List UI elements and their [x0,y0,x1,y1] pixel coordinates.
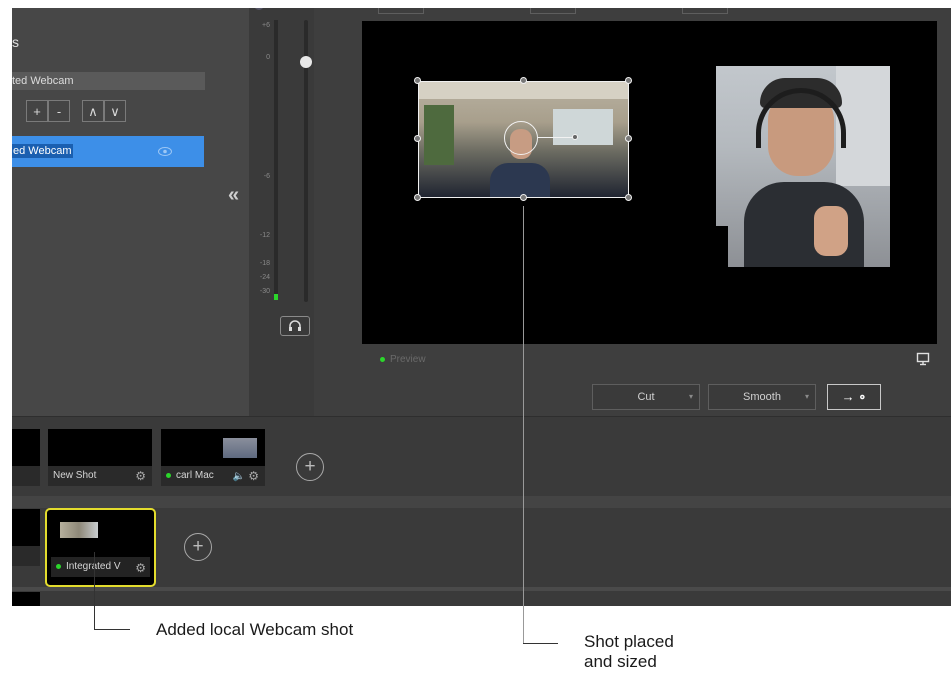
resize-handle-bottom-left[interactable] [414,194,421,201]
toolbar-button-stub[interactable] [530,8,576,14]
shot-label-empty [12,546,40,566]
partial-shot-tile[interactable] [12,509,40,566]
toolbar-button-stub[interactable] [682,8,728,14]
divider [12,587,951,591]
remote-webcam-shot[interactable] [716,66,890,267]
callout-line [523,206,524,644]
black-strip [716,226,728,267]
shot-tile-integrated-webcam-selected[interactable]: Integrated V ⚙ [45,508,156,587]
shot-layers-area: New Shot ⚙ carl Mac 🔈 ⚙ + Integrated V ⚙… [12,416,951,606]
cut-transition-dropdown[interactable]: Cut ▾ [592,384,700,410]
volume-slider[interactable] [300,20,312,302]
resize-handle-top-left[interactable] [414,77,421,84]
headphones-icon [289,320,301,331]
resize-handle-right[interactable] [625,135,632,142]
source-panel: s ted Webcam + - ∧ ∨ ed Webcam « [12,8,249,416]
shot-label-text: New Shot [53,470,97,481]
preview-canvas[interactable] [362,21,937,344]
toolbar-button-stub[interactable] [378,8,424,14]
partial-shot-tile[interactable] [12,592,40,606]
callout-line [94,629,130,630]
go-button[interactable]: → ∘ [827,384,881,410]
smooth-transition-dropdown[interactable]: Smooth ▾ [708,384,816,410]
monitor-icon[interactable] [916,352,930,366]
shot-tile-new-shot[interactable]: New Shot ⚙ [48,429,152,486]
preview-label-text: Preview [390,354,426,365]
source-name-field[interactable]: ted Webcam [12,72,205,90]
eye-icon[interactable] [158,147,172,156]
db-tick-label: -18 [259,260,270,267]
db-tick-label: -12 [259,232,270,239]
db-tick-label: -6 [263,173,270,180]
gear-icon[interactable]: ⚙ [248,469,259,483]
annotation-added-webcam: Added local Webcam shot [156,620,354,639]
speaker-icon[interactable]: 🔈 [233,471,245,482]
shot-tile-carl-mac[interactable]: carl Mac 🔈 ⚙ [161,429,265,486]
callout-line [523,643,558,644]
source-row-label: ed Webcam [12,144,73,158]
partial-shot-tile[interactable] [12,429,40,486]
audio-meter-strip: +6 0 -6 -12 -18 -24 -30 [250,8,314,416]
db-tick-label: -24 [259,274,270,281]
remove-layer-button[interactable]: - [48,100,70,122]
gear-icon[interactable]: ⚙ [135,469,146,483]
collapse-panel-button[interactable]: « [228,184,239,207]
shot-label-text: carl Mac [176,470,214,481]
add-shot-button-row2[interactable]: + [184,533,212,561]
db-tick-label: 0 [266,54,270,61]
preview-label: Preview [380,354,426,365]
annotation-shot-placed-line2: and sized [584,652,657,671]
panel-heading: s [12,34,19,50]
divider [12,496,951,508]
preview-live-dot [380,356,385,362]
meter-cap [282,20,290,28]
resize-handle-left[interactable] [414,135,421,142]
resize-handle-bottom-right[interactable] [625,194,632,201]
audio-icon [254,8,264,10]
add-layer-button[interactable]: + [26,100,48,122]
resize-handle-top[interactable] [520,77,527,84]
annotation-shot-placed-line1: Shot placed [584,632,674,651]
chevron-down-icon: ▾ [688,392,693,401]
volume-slider-thumb[interactable] [300,56,312,68]
gear-icon[interactable]: ⚙ [135,561,146,575]
resize-handle-bottom[interactable] [520,194,527,201]
shot-thumbnail [60,522,98,538]
db-tick-label: +6 [262,22,270,29]
live-dot [166,472,171,478]
cut-label: Cut [637,391,655,403]
resize-handle-top-right[interactable] [625,77,632,84]
add-shot-button-row1[interactable]: + [296,453,324,481]
shot-label-empty [12,466,40,486]
selection-frame [418,81,629,198]
source-row-selected[interactable]: ed Webcam [12,136,204,167]
shot-thumbnail [223,438,257,458]
smooth-label: Smooth [743,391,781,403]
divider [12,416,951,417]
move-down-button[interactable]: ∨ [104,100,126,122]
audio-meter-level [274,294,278,300]
callout-line [94,552,95,630]
live-dot [56,563,61,569]
chevron-down-icon: ▾ [804,392,809,401]
audio-meter [274,20,278,300]
thumbs-up-hand [814,206,848,256]
move-up-button[interactable]: ∧ [82,100,104,122]
db-tick-label: -30 [259,288,270,295]
headphones-button[interactable] [280,316,310,336]
wirecast-window: s ted Webcam + - ∧ ∨ ed Webcam « +6 0 -6 -1… [12,8,951,606]
